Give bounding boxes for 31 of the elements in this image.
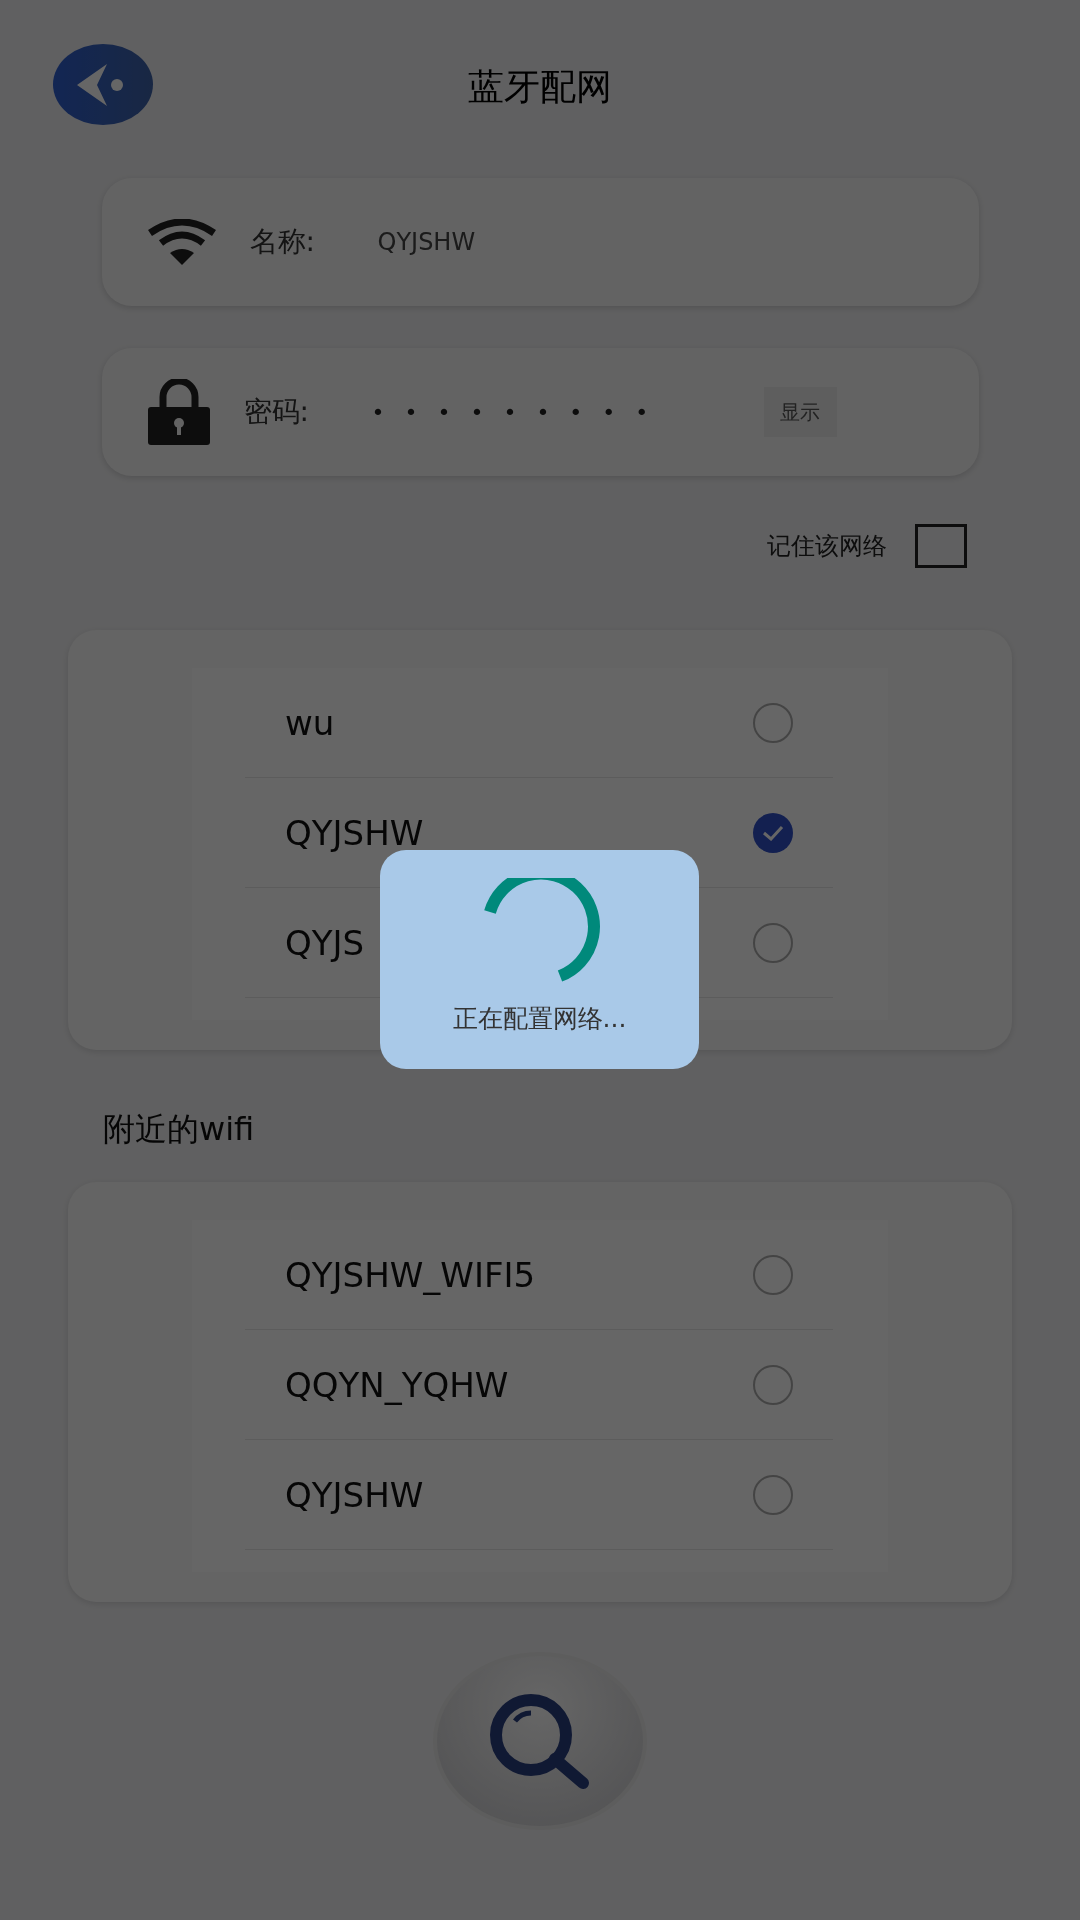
network-row[interactable]: QYJSHW_WIFI5: [245, 1220, 833, 1330]
network-name: QYJSHW: [285, 812, 424, 853]
network-name: QYJSHW: [285, 1474, 424, 1515]
radio-button[interactable]: [753, 702, 793, 743]
section-title: 附近的wifi: [103, 1109, 256, 1150]
field-label: 密码:: [243, 394, 310, 430]
network-name-field[interactable]: 名称: QYJSHW: [101, 178, 979, 306]
radio-button[interactable]: [753, 922, 793, 963]
check-icon: [762, 824, 784, 841]
network-name: wu: [285, 702, 335, 743]
page-title: 蓝牙配网: [468, 64, 612, 109]
network-name: QYJS: [285, 922, 365, 963]
field-value: QYJSHW: [377, 228, 476, 256]
network-row[interactable]: wu: [245, 668, 833, 778]
progress-message: 正在配置网络...: [452, 1003, 627, 1035]
lock-icon: [147, 379, 210, 445]
password-dots: •••••••••: [371, 399, 670, 425]
radio-button[interactable]: [753, 1364, 793, 1405]
remember-checkbox[interactable]: [914, 524, 967, 568]
wifi-icon: [147, 219, 216, 265]
radio-button[interactable]: [753, 812, 793, 853]
show-password-button[interactable]: 显示: [763, 387, 837, 437]
radio-button[interactable]: [753, 1474, 793, 1515]
network-name: QQYN_YQHW: [285, 1364, 509, 1405]
password-field[interactable]: 密码: ••••••••• 显示: [101, 348, 979, 476]
radio-button[interactable]: [753, 1254, 793, 1295]
remember-label: 记住该网络: [766, 531, 887, 562]
field-label: 名称:: [249, 224, 316, 260]
network-row[interactable]: QYJSHW: [245, 1440, 833, 1550]
network-name: QYJSHW_WIFI5: [285, 1254, 536, 1295]
network-row[interactable]: QQYN_YQHW: [245, 1330, 833, 1440]
